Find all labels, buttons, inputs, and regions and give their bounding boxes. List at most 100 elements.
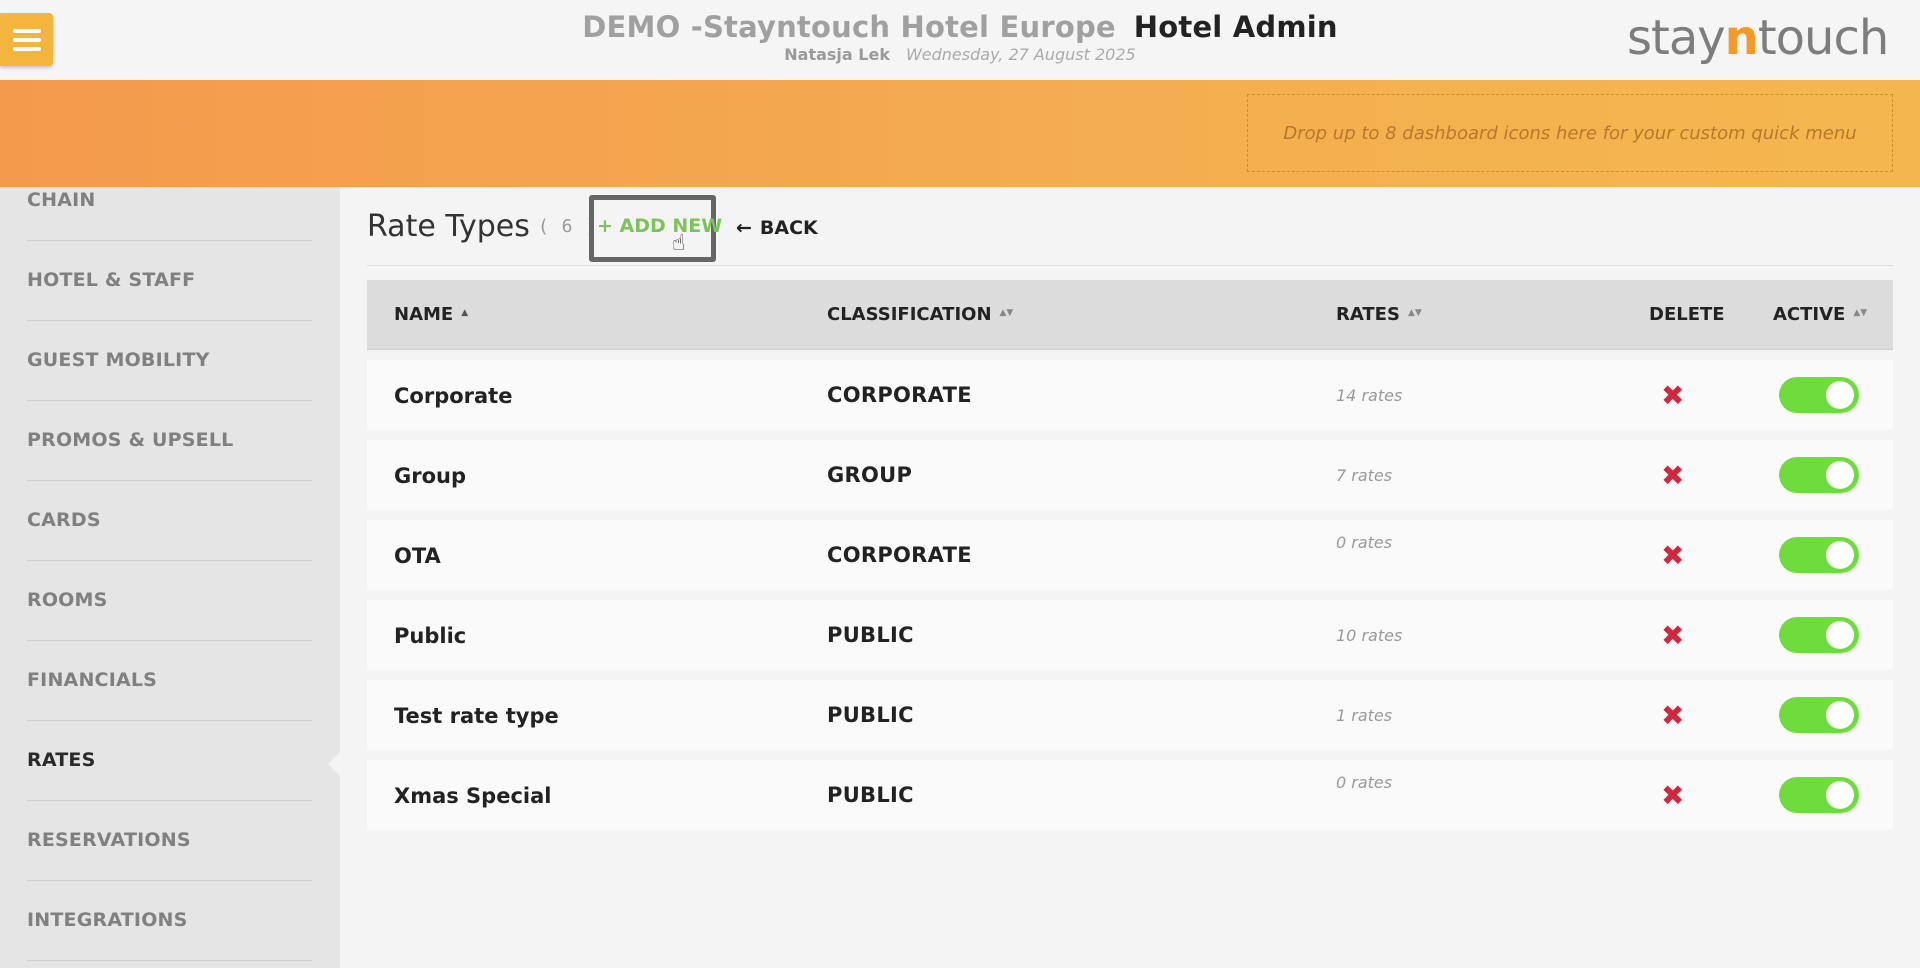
delete-icon[interactable]: ✖	[1661, 539, 1684, 572]
table-row[interactable]: Xmas Special PUBLIC 0 rates ✖	[367, 760, 1893, 830]
sidebar-item-rates[interactable]: RATES	[27, 721, 312, 801]
column-label: RATES	[1336, 304, 1400, 325]
sort-both-icon: ▲▼	[1407, 308, 1422, 318]
column-header-delete: DELETE	[1649, 304, 1725, 325]
plus-icon: +	[597, 215, 613, 237]
table-row[interactable]: Corporate CORPORATE 14 rates ✖	[367, 360, 1893, 430]
add-new-label: ADD NEW	[619, 215, 723, 237]
sidebar-item-financials[interactable]: FINANCIALS	[27, 641, 312, 721]
toggle-knob	[1826, 701, 1854, 729]
active-toggle[interactable]	[1779, 457, 1859, 493]
rate-count[interactable]: 1 rates	[1336, 706, 1392, 725]
sidebar-item-chain[interactable]: CHAIN	[27, 187, 312, 241]
sort-both-icon: ▲▼	[999, 308, 1014, 318]
rate-type-classification: GROUP	[827, 463, 913, 487]
section-name: Hotel Admin	[1133, 10, 1338, 44]
rate-type-name[interactable]: Corporate	[394, 384, 512, 408]
sidebar-item-label: RATES	[27, 749, 96, 771]
sidebar-item-label: CARDS	[27, 509, 101, 531]
sidebar-item-label: ROOMS	[27, 589, 108, 611]
toggle-knob	[1826, 621, 1854, 649]
column-header-classification[interactable]: CLASSIFICATION ▲▼	[827, 304, 1013, 325]
sidebar-item-hotel-staff[interactable]: HOTEL & STAFF	[27, 241, 312, 321]
sidebar-item-label: INTEGRATIONS	[27, 909, 188, 931]
page-title: Rate Types	[367, 209, 530, 244]
user-name: Natasja Lek	[784, 45, 890, 64]
delete-icon[interactable]: ✖	[1661, 459, 1684, 492]
rate-type-classification: PUBLIC	[827, 623, 914, 647]
delete-icon[interactable]: ✖	[1661, 379, 1684, 412]
sidebar-item-guest-mobility[interactable]: GUEST MOBILITY	[27, 321, 312, 401]
active-toggle[interactable]	[1779, 377, 1859, 413]
back-label: BACK	[759, 217, 818, 239]
active-toggle[interactable]	[1779, 617, 1859, 653]
rate-type-name[interactable]: Test rate type	[394, 704, 559, 728]
rate-count[interactable]: 10 rates	[1336, 626, 1402, 645]
sidebar-item-reservations[interactable]: RESERVATIONS	[27, 801, 312, 881]
active-toggle[interactable]	[1779, 537, 1859, 573]
table-row[interactable]: Group GROUP 7 rates ✖	[367, 440, 1893, 510]
table-row[interactable]: Test rate type PUBLIC 1 rates ✖	[367, 680, 1893, 750]
rate-count[interactable]: 0 rates	[1336, 773, 1392, 792]
rate-type-name[interactable]: Group	[394, 464, 466, 488]
toggle-knob	[1826, 381, 1854, 409]
logo-part: touch	[1757, 10, 1889, 66]
sidebar-item-promos-upsell[interactable]: PROMOS & UPSELL	[27, 401, 312, 481]
active-toggle[interactable]	[1779, 777, 1859, 813]
delete-icon[interactable]: ✖	[1661, 619, 1684, 652]
rate-type-classification: PUBLIC	[827, 703, 914, 727]
back-arrow-icon: ←	[736, 217, 752, 239]
add-new-content: + ADD NEW	[597, 215, 722, 237]
column-header-active[interactable]: ACTIVE ▲▼	[1773, 304, 1867, 325]
table-row[interactable]: OTA CORPORATE 0 rates ✖	[367, 520, 1893, 590]
table-row[interactable]: Public PUBLIC 10 rates ✖	[367, 600, 1893, 670]
top-header: DEMO -Stayntouch Hotel Europe Hotel Admin…	[0, 0, 1920, 80]
rate-type-name[interactable]: Xmas Special	[394, 784, 551, 808]
add-new-button[interactable]: + ADD NEW	[589, 195, 722, 262]
hotel-name: DEMO -Stayntouch Hotel Europe	[582, 10, 1116, 44]
current-date: Wednesday, 27 August 2025	[905, 45, 1136, 64]
logo-part: n	[1724, 10, 1759, 66]
toggle-knob	[1826, 541, 1854, 569]
title-divider	[367, 265, 1893, 266]
sort-both-icon: ▲▼	[1853, 308, 1868, 318]
column-label: CLASSIFICATION	[827, 304, 992, 325]
rate-count[interactable]: 7 rates	[1336, 466, 1392, 485]
hand-pointer-cursor-icon: ☝	[672, 231, 686, 256]
rate-type-classification: CORPORATE	[827, 383, 972, 407]
sidebar-item-rooms[interactable]: ROOMS	[27, 561, 312, 641]
delete-icon[interactable]: ✖	[1661, 779, 1684, 812]
toggle-knob	[1826, 461, 1854, 489]
delete-icon[interactable]: ✖	[1661, 699, 1684, 732]
sidebar-item-label: RESERVATIONS	[27, 829, 191, 851]
rate-type-name[interactable]: OTA	[394, 544, 441, 568]
sidebar-item-label: FINANCIALS	[27, 669, 158, 691]
admin-sidebar: CHAIN HOTEL & STAFF GUEST MOBILITY PROMO…	[0, 187, 340, 968]
logo-part: stay	[1627, 10, 1726, 66]
sidebar-item-label: PROMOS & UPSELL	[27, 429, 234, 451]
table-header: NAME ▲ CLASSIFICATION ▲▼ RATES ▲▼ DELETE AC…	[367, 280, 1893, 350]
sidebar-item-cards[interactable]: CARDS	[27, 481, 312, 561]
stayntouch-logo: stayntouch	[1627, 10, 1889, 66]
active-toggle[interactable]	[1779, 697, 1859, 733]
rate-type-name[interactable]: Public	[394, 624, 466, 648]
sidebar-item-label: HOTEL & STAFF	[27, 269, 196, 291]
column-label: ACTIVE	[1773, 304, 1846, 325]
back-button[interactable]: ← BACK	[736, 217, 818, 239]
rate-count[interactable]: 14 rates	[1336, 386, 1402, 405]
main-content: Rate Types ( 6 ) + ADD NEW ☝ ← BACK NAME ▲…	[340, 187, 1920, 968]
sidebar-item-label: CHAIN	[27, 189, 96, 211]
rate-type-classification: CORPORATE	[827, 543, 972, 567]
column-label: DELETE	[1649, 304, 1725, 325]
column-header-name[interactable]: NAME ▲	[394, 304, 468, 325]
rate-count[interactable]: 0 rates	[1336, 533, 1392, 552]
column-label: NAME	[394, 304, 454, 325]
sidebar-item-integrations[interactable]: INTEGRATIONS	[27, 881, 312, 961]
quick-menu-banner: Drop up to 8 dashboard icons here for yo…	[0, 80, 1920, 187]
toggle-knob	[1826, 781, 1854, 809]
sidebar-item-label: GUEST MOBILITY	[27, 349, 210, 371]
quick-menu-dropzone[interactable]: Drop up to 8 dashboard icons here for yo…	[1247, 94, 1893, 172]
column-header-rates[interactable]: RATES ▲▼	[1336, 304, 1422, 325]
sort-asc-icon: ▲	[461, 308, 469, 318]
rate-type-classification: PUBLIC	[827, 783, 914, 807]
